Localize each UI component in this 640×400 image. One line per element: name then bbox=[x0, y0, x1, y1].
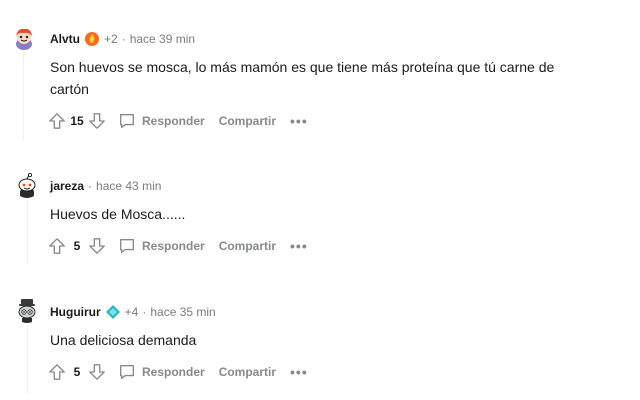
reply-label: Responder bbox=[142, 365, 205, 379]
vote-score: 5 bbox=[73, 239, 81, 253]
thread-line[interactable] bbox=[27, 198, 28, 264]
share-button[interactable]: Compartir bbox=[219, 114, 276, 128]
comment-timestamp[interactable]: hace 35 min bbox=[150, 305, 215, 319]
avatar[interactable] bbox=[14, 297, 40, 323]
comment-body: Una deliciosa demanda bbox=[50, 332, 197, 348]
thread-line[interactable] bbox=[23, 48, 24, 140]
comment-author[interactable]: Huguirur bbox=[50, 305, 101, 319]
comment-author[interactable]: Alvtu bbox=[50, 32, 80, 46]
share-button[interactable]: Compartir bbox=[219, 239, 276, 253]
meta-separator: · bbox=[121, 32, 126, 46]
share-button[interactable]: Compartir bbox=[219, 365, 276, 379]
reply-button[interactable]: Responder bbox=[116, 110, 219, 132]
downvote-icon[interactable] bbox=[86, 110, 108, 132]
comment-bubble-icon bbox=[116, 361, 138, 383]
comment-3: Huguirur +4 · hace 35 min Una deliciosa … bbox=[0, 276, 640, 400]
upvote-icon[interactable] bbox=[46, 235, 68, 257]
more-options-icon[interactable]: ••• bbox=[290, 113, 308, 129]
comment-body: Huevos de Mosca...... bbox=[50, 206, 186, 222]
comment-body: Son huevos se mosca, lo más mamón es que… bbox=[50, 59, 555, 97]
meta-separator: · bbox=[88, 179, 93, 193]
reply-label: Responder bbox=[142, 239, 205, 253]
comment-actions: 15 Responder Compartir ••• bbox=[46, 109, 308, 133]
reply-button[interactable]: Responder bbox=[116, 235, 219, 257]
thread-line[interactable] bbox=[27, 324, 28, 394]
comment-actions: 5 Responder Compartir ••• bbox=[46, 234, 308, 258]
diamond-badge-icon bbox=[105, 304, 121, 320]
upvote-icon[interactable] bbox=[46, 110, 68, 132]
comment-timestamp[interactable]: hace 39 min bbox=[130, 32, 195, 46]
more-options-icon[interactable]: ••• bbox=[290, 364, 308, 380]
vote-score: 5 bbox=[73, 365, 81, 379]
avatar[interactable] bbox=[11, 26, 37, 52]
avatar[interactable] bbox=[14, 172, 40, 198]
comment-author[interactable]: jareza bbox=[50, 179, 84, 193]
extra-badges-count[interactable]: +2 bbox=[104, 32, 118, 46]
comment-1: Alvtu +2 · hace 39 min Son huevos se mos… bbox=[0, 0, 640, 150]
vote-score: 15 bbox=[70, 114, 84, 128]
extra-badges-count[interactable]: +4 bbox=[125, 305, 139, 319]
more-options-icon[interactable]: ••• bbox=[290, 238, 308, 254]
flame-badge-icon bbox=[84, 31, 100, 47]
meta-separator: · bbox=[142, 305, 147, 319]
comment-actions: 5 Responder Compartir ••• bbox=[46, 360, 308, 384]
comment-2: jareza · hace 43 min Huevos de Mosca....… bbox=[0, 150, 640, 270]
reply-label: Responder bbox=[142, 114, 205, 128]
upvote-icon[interactable] bbox=[46, 361, 68, 383]
reply-button[interactable]: Responder bbox=[116, 361, 219, 383]
downvote-icon[interactable] bbox=[86, 361, 108, 383]
downvote-icon[interactable] bbox=[86, 235, 108, 257]
comment-bubble-icon bbox=[116, 235, 138, 257]
comment-timestamp[interactable]: hace 43 min bbox=[96, 179, 161, 193]
comment-bubble-icon bbox=[116, 110, 138, 132]
